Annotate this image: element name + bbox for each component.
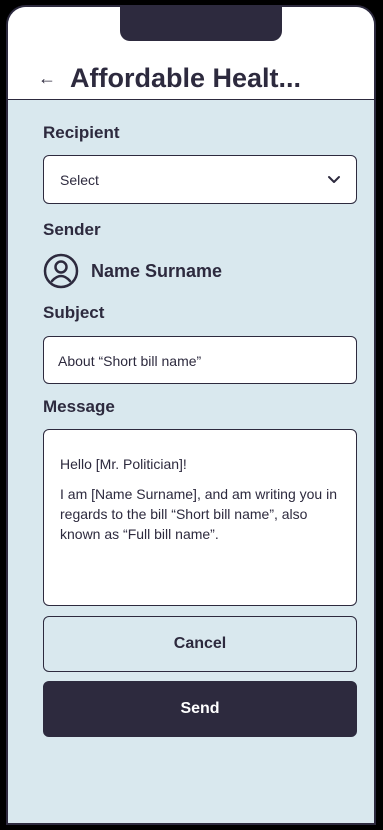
header-bar: ← Affordable Healt... xyxy=(8,7,374,100)
subject-input[interactable]: About “Short bill name” xyxy=(43,336,357,384)
subject-value: About “Short bill name” xyxy=(58,353,202,369)
recipient-select[interactable]: Select xyxy=(43,155,357,204)
recipient-label: Recipient xyxy=(43,123,120,142)
message-label: Message xyxy=(43,397,115,416)
sender-name: Name Surname xyxy=(91,261,223,281)
message-paragraph: Hello [Mr. Politician]! xyxy=(60,456,187,472)
page-title: Affordable Healt... xyxy=(70,63,302,93)
send-button[interactable]: Send xyxy=(43,681,357,737)
subject-label: Subject xyxy=(43,303,105,322)
user-circle-icon xyxy=(43,253,79,289)
recipient-select-value: Select xyxy=(60,172,99,188)
cancel-button[interactable]: Cancel xyxy=(43,616,357,672)
chevron-down-icon xyxy=(328,176,340,183)
arrow-left-icon[interactable]: ← xyxy=(38,69,56,87)
message-paragraph: I am [Name Surname], and am writing you … xyxy=(60,486,338,542)
device-notch xyxy=(120,7,282,41)
phone-frame: ← Affordable Healt... Recipient Select S… xyxy=(6,5,376,825)
message-textarea[interactable]: Hello [Mr. Politician]! I am [Name Surna… xyxy=(43,429,357,606)
sender-label: Sender xyxy=(43,220,101,239)
